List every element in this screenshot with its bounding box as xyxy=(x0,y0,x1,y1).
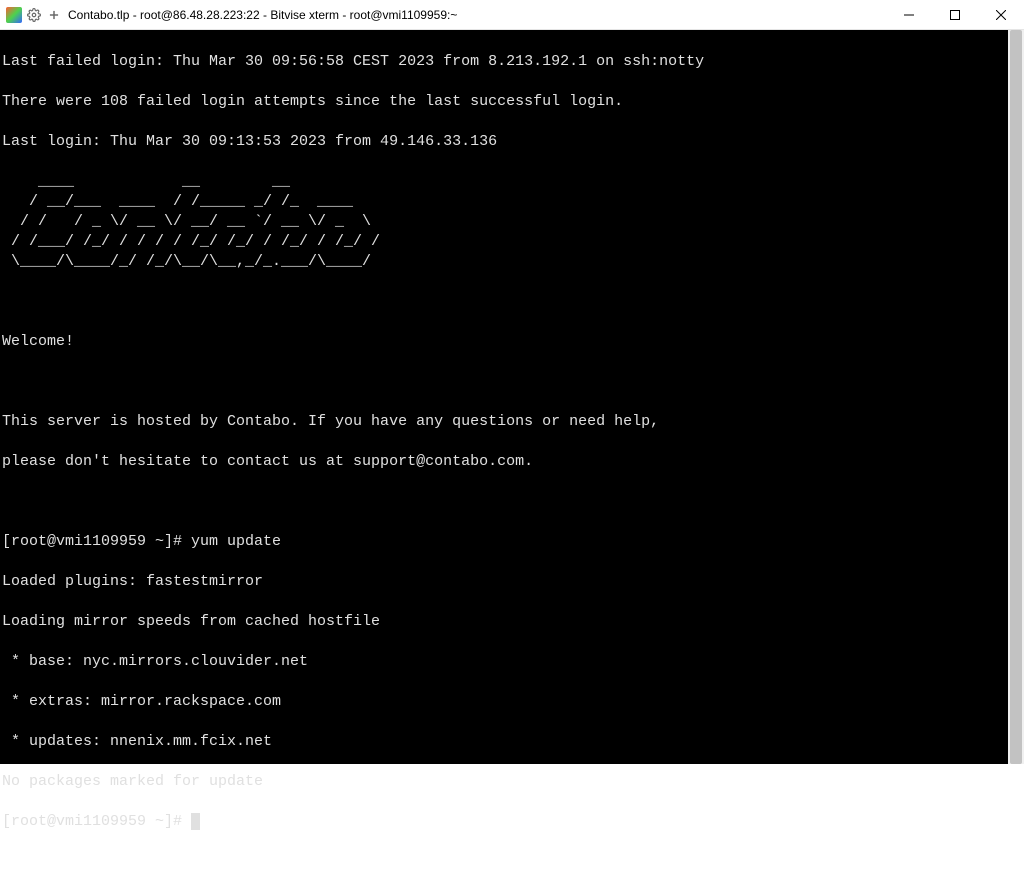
terminal-container: Last failed login: Thu Mar 30 09:56:58 C… xyxy=(0,30,1024,764)
cursor xyxy=(191,813,200,830)
terminal-output[interactable]: Last failed login: Thu Mar 30 09:56:58 C… xyxy=(0,30,1008,764)
blank xyxy=(2,372,1006,392)
line-no-packages: No packages marked for update xyxy=(2,772,1006,792)
line-last-login: Last login: Thu Mar 30 09:13:53 2023 fro… xyxy=(2,132,1006,152)
line-mirror-extras: * extras: mirror.rackspace.com xyxy=(2,692,1006,712)
scroll-thumb[interactable] xyxy=(1010,30,1022,764)
line-loading: Loading mirror speeds from cached hostfi… xyxy=(2,612,1006,632)
line-welcome: Welcome! xyxy=(2,332,1006,352)
line-last-failed: Last failed login: Thu Mar 30 09:56:58 C… xyxy=(2,52,1006,72)
minimize-button[interactable] xyxy=(886,0,932,29)
line-prompt-current: [root@vmi1109959 ~]# xyxy=(2,812,1006,832)
plus-icon[interactable] xyxy=(46,7,62,23)
prompt-text: [root@vmi1109959 ~]# xyxy=(2,813,191,830)
maximize-button[interactable] xyxy=(932,0,978,29)
window-titlebar: Contabo.tlp - root@86.48.28.223:22 - Bit… xyxy=(0,0,1024,30)
titlebar-left: Contabo.tlp - root@86.48.28.223:22 - Bit… xyxy=(0,7,886,23)
line-plugins: Loaded plugins: fastestmirror xyxy=(2,572,1006,592)
window-title: Contabo.tlp - root@86.48.28.223:22 - Bit… xyxy=(68,8,457,22)
line-hosted-2: please don't hesitate to contact us at s… xyxy=(2,452,1006,472)
line-prompt-yum: [root@vmi1109959 ~]# yum update xyxy=(2,532,1006,552)
line-hosted-1: This server is hosted by Contabo. If you… xyxy=(2,412,1006,432)
line-mirror-base: * base: nyc.mirrors.clouvider.net xyxy=(2,652,1006,672)
line-failed-attempts: There were 108 failed login attempts sin… xyxy=(2,92,1006,112)
blank xyxy=(2,492,1006,512)
window-controls xyxy=(886,0,1024,29)
close-button[interactable] xyxy=(978,0,1024,29)
line-mirror-updates: * updates: nnenix.mm.fcix.net xyxy=(2,732,1006,752)
ascii-logo: ____ __ __ / __/___ ____ / /_____ _/ /_ … xyxy=(2,172,1006,272)
app-icon xyxy=(6,7,22,23)
vertical-scrollbar[interactable] xyxy=(1008,30,1024,764)
blank xyxy=(2,292,1006,312)
gear-icon[interactable] xyxy=(26,7,42,23)
